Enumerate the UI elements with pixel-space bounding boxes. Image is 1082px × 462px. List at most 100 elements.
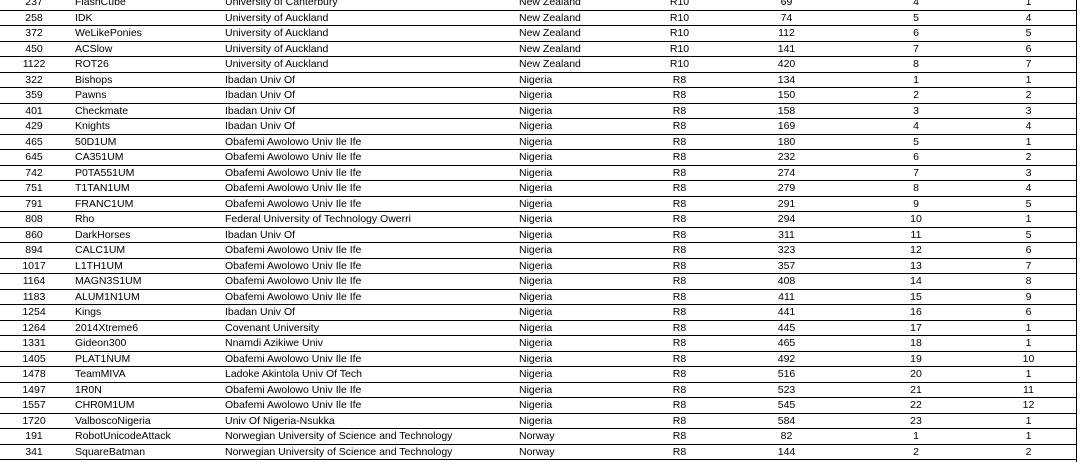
university-cell: Obafemi Awolowo Univ Ile Ife (217, 273, 513, 290)
score-cell: 141 (722, 41, 851, 57)
university-cell: Nnamdi Azikiwe Univ (217, 335, 513, 352)
table-row: 372 WeLikePonies University of Auckland New… (0, 25, 1076, 42)
table-row: 191 RobotUnicodeAttack Norwegian Universit… (0, 428, 1076, 445)
university-cell: University of Auckland (217, 10, 513, 26)
score-cell: 323 (722, 242, 851, 259)
score-cell: 311 (722, 227, 851, 243)
institution-rank-cell: 4 (981, 180, 1076, 197)
table-row: 237 FlashCube University of Canterbury New … (0, 0, 1076, 11)
region-cell: R8 (637, 242, 722, 259)
team-id-cell: 808 (0, 211, 68, 228)
university-cell: Obafemi Awolowo Univ Ile Ife (217, 397, 513, 414)
team-id-cell: 401 (0, 103, 68, 119)
team-name-cell: Rho (68, 211, 217, 228)
table-row: 1164 MAGN3S1UM Obafemi Awolowo Univ Ile If… (0, 273, 1076, 290)
overall-rank-cell: 17 (851, 320, 981, 336)
institution-rank-cell: 5 (981, 25, 1076, 42)
table-row: 1017 L1TH1UM Obafemi Awolowo Univ Ile Ife N… (0, 258, 1076, 274)
team-name-cell: SquareBatman (68, 444, 217, 460)
team-name-cell: PLAT1NUM (68, 351, 217, 367)
score-cell: 516 (722, 366, 851, 383)
table-row: 808 Rho Federal University of Technology O… (0, 211, 1076, 228)
country-cell: Nigeria (513, 351, 637, 367)
institution-rank-cell: 1 (981, 428, 1076, 445)
region-cell: R10 (637, 25, 722, 42)
score-cell: 357 (722, 258, 851, 274)
team-id-cell: 1164 (0, 273, 68, 290)
table-row: 645 CA351UM Obafemi Awolowo Univ Ile Ife Ni… (0, 149, 1076, 166)
overall-rank-cell: 5 (851, 10, 981, 26)
region-cell: R8 (637, 335, 722, 352)
country-cell: Nigeria (513, 335, 637, 352)
region-cell: R8 (637, 382, 722, 398)
spreadsheet-page: { "columns": ["id", "team", "university"… (0, 0, 1082, 462)
university-cell: Ibadan Univ Of (217, 72, 513, 88)
score-cell: 545 (722, 397, 851, 414)
team-name-cell: ALUM1N1UM (68, 289, 217, 305)
team-id-cell: 751 (0, 180, 68, 197)
overall-rank-cell: 7 (851, 41, 981, 57)
institution-rank-cell: 1 (981, 0, 1076, 11)
team-id-cell: 465 (0, 134, 68, 150)
overall-rank-cell: 2 (851, 87, 981, 104)
institution-rank-cell: 3 (981, 165, 1076, 181)
team-name-cell: 1R0N (68, 382, 217, 398)
institution-rank-cell: 6 (981, 242, 1076, 259)
country-cell: New Zealand (513, 0, 637, 11)
institution-rank-cell: 5 (981, 227, 1076, 243)
country-cell: Nigeria (513, 149, 637, 166)
table-row: 450 ACSlow University of Auckland New Zeala… (0, 41, 1076, 57)
country-cell: Nigeria (513, 258, 637, 274)
team-name-cell: Checkmate (68, 103, 217, 119)
team-name-cell: Kings (68, 304, 217, 321)
overall-rank-cell: 5 (851, 134, 981, 150)
team-id-cell: 1183 (0, 289, 68, 305)
score-cell: 441 (722, 304, 851, 321)
score-cell: 150 (722, 87, 851, 104)
region-cell: R8 (637, 320, 722, 336)
region-cell: R8 (637, 258, 722, 274)
table-row: 429 Knights Ibadan Univ Of Nigeria R8 169 4 4 (0, 118, 1076, 135)
region-cell: R10 (637, 0, 722, 11)
team-id-cell: 1497 (0, 382, 68, 398)
sheet-right-border (1076, 0, 1077, 462)
region-cell: R8 (637, 165, 722, 181)
country-cell: Nigeria (513, 366, 637, 383)
score-cell: 158 (722, 103, 851, 119)
score-cell: 408 (722, 273, 851, 290)
team-name-cell: CHR0M1UM (68, 397, 217, 414)
team-name-cell: IDK (68, 10, 217, 26)
university-cell: Obafemi Awolowo Univ Ile Ife (217, 242, 513, 259)
region-cell: R10 (637, 41, 722, 57)
score-cell: 112 (722, 25, 851, 42)
table-row: 258 IDK University of Auckland New Zealand R… (0, 10, 1076, 26)
table-row: 860 DarkHorses Ibadan Univ Of Nigeria R8 311 1… (0, 227, 1076, 243)
overall-rank-cell: 6 (851, 25, 981, 42)
team-name-cell: Knights (68, 118, 217, 135)
region-cell: R8 (637, 273, 722, 290)
table-row: 1122 ROT26 University of Auckland New Zeala… (0, 56, 1076, 73)
team-id-cell: 359 (0, 87, 68, 104)
university-cell: Obafemi Awolowo Univ Ile Ife (217, 196, 513, 212)
region-cell: R8 (637, 227, 722, 243)
score-cell: 279 (722, 180, 851, 197)
country-cell: Nigeria (513, 413, 637, 429)
university-cell: Norwegian University of Science and Tech… (217, 444, 513, 460)
overall-rank-cell: 13 (851, 258, 981, 274)
institution-rank-cell: 11 (981, 382, 1076, 398)
score-cell: 294 (722, 211, 851, 228)
region-cell: R8 (637, 413, 722, 429)
score-cell: 445 (722, 320, 851, 336)
region-cell: R8 (637, 118, 722, 135)
country-cell: Nigeria (513, 180, 637, 197)
university-cell: University of Auckland (217, 41, 513, 57)
team-id-cell: 1122 (0, 56, 68, 73)
country-cell: Nigeria (513, 242, 637, 259)
region-cell: R8 (637, 444, 722, 460)
team-name-cell: L1TH1UM (68, 258, 217, 274)
institution-rank-cell: 1 (981, 320, 1076, 336)
region-cell: R8 (637, 428, 722, 445)
results-table: 237 FlashCube University of Canterbury New … (0, 0, 1076, 460)
score-cell: 232 (722, 149, 851, 166)
team-name-cell: WeLikePonies (68, 25, 217, 42)
